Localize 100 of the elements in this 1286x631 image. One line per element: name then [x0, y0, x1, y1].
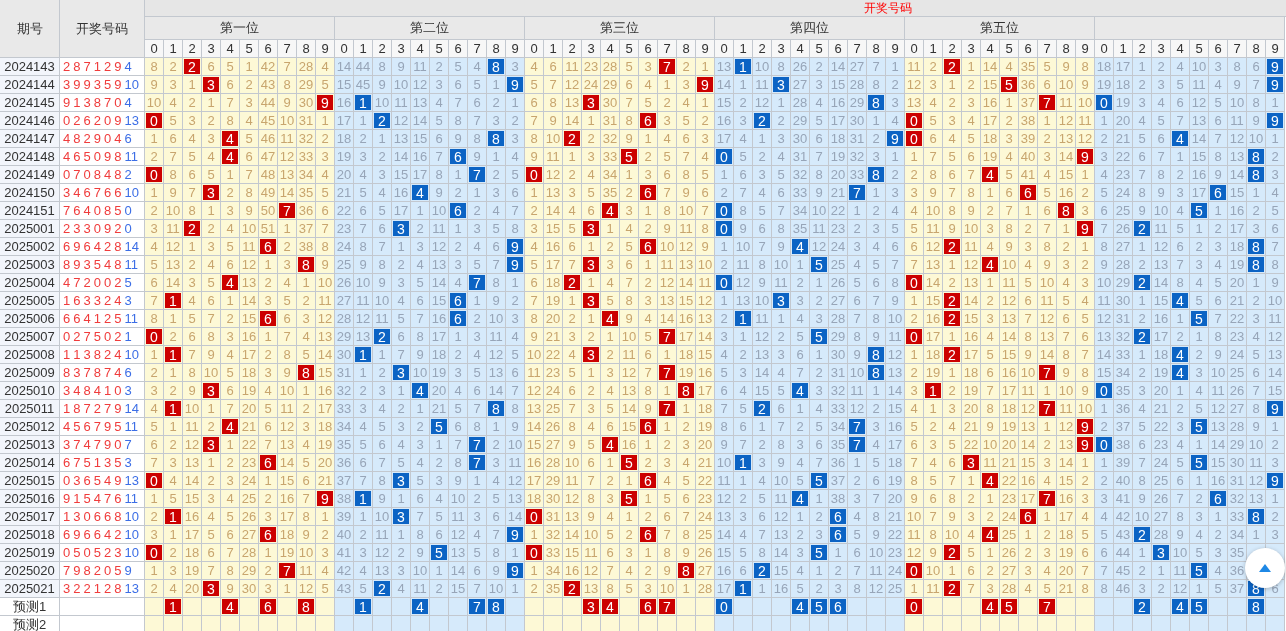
omission-cell: 6: [677, 130, 696, 148]
extra-number: 10: [124, 78, 139, 91]
omission-cell: 14: [715, 76, 734, 94]
omission-cell: 1: [411, 202, 430, 220]
omission-cell: 19: [278, 544, 297, 562]
omission-cell: 3: [1019, 562, 1038, 580]
omission-cell: 10: [810, 202, 829, 220]
omission-cell: 4: [677, 94, 696, 112]
omission-cell: 11: [924, 580, 943, 598]
omission-cell: 7: [468, 580, 487, 598]
issue-number: 2024143: [0, 58, 60, 76]
hit-number: 5: [1190, 598, 1209, 616]
omission-cell: 4: [658, 130, 677, 148]
omission-cell: 10: [734, 238, 753, 256]
hit-number: 9: [696, 76, 715, 94]
omission-cell: 23: [1000, 490, 1019, 508]
drawn-digit: 2: [103, 240, 112, 253]
omission-cell: 3: [1076, 274, 1095, 292]
omission-cell: 3: [1019, 238, 1038, 256]
issue-number: 2025010: [0, 382, 60, 400]
hit-number: 1: [164, 508, 183, 526]
omission-cell: 6: [943, 454, 962, 472]
issue-number: 2024146: [0, 112, 60, 130]
omission-cell: 6: [145, 274, 164, 292]
omission-cell: 2: [734, 94, 753, 112]
drawn-digit: 4: [83, 204, 91, 217]
omission-cell: 4: [1038, 562, 1057, 580]
hit-number: 0: [1095, 436, 1114, 454]
hit-number: 5: [1190, 418, 1209, 436]
omission-cell: 4: [468, 346, 487, 364]
omission-cell: 10: [1076, 94, 1095, 112]
drawn-digit: 2: [103, 582, 112, 595]
omission-cell: 6: [639, 346, 658, 364]
issue-number: 2025008: [0, 346, 60, 364]
omission-cell: 4: [1000, 58, 1019, 76]
omission-cell: 1: [202, 400, 221, 418]
omission-cell: 6: [487, 238, 506, 256]
omission-cell: 6: [1209, 112, 1228, 130]
omission-cell: 21: [886, 508, 905, 526]
omission-cell: 1: [639, 256, 658, 274]
hit-number: 8: [677, 382, 696, 400]
hit-number: 6: [449, 292, 468, 310]
omission-cell: 7: [1266, 238, 1285, 256]
omission-cell: 17: [1019, 490, 1038, 508]
omission-cell: 4: [525, 58, 544, 76]
omission-cell: 9: [1247, 112, 1266, 130]
omission-cell: 12: [962, 256, 981, 274]
omission-cell: 26: [1228, 382, 1247, 400]
omission-cell: 9: [1152, 184, 1171, 202]
omission-cell: 34: [1114, 364, 1133, 382]
omission-cell: 1: [392, 382, 411, 400]
omission-cell: 4: [1019, 580, 1038, 598]
omission-cell: 1: [392, 526, 411, 544]
omission-cell: 14: [316, 346, 335, 364]
omission-cell: 17: [278, 508, 297, 526]
omission-cell: 14: [620, 400, 639, 418]
omission-cell: 5: [145, 418, 164, 436]
omission-cell: 3: [658, 112, 677, 130]
drawn-digit: 5: [83, 150, 91, 163]
omission-cell: 12: [905, 544, 924, 562]
omission-cell: 8: [544, 94, 563, 112]
omission-cell: 1: [620, 472, 639, 490]
digit-header: 0: [1095, 40, 1114, 58]
omission-cell: 7: [962, 580, 981, 598]
omission-cell: 1: [1133, 58, 1152, 76]
omission-cell: 1: [164, 418, 183, 436]
omission-cell: 2: [1247, 202, 1266, 220]
omission-cell: 6: [449, 76, 468, 94]
omission-cell: 3: [1247, 310, 1266, 328]
omission-cell: 35: [544, 580, 563, 598]
omission-cell: 16: [772, 580, 791, 598]
omission-cell: 6: [202, 544, 221, 562]
omission-cell: 7: [1133, 454, 1152, 472]
omission-cell: 44: [259, 94, 278, 112]
omission-cell: 1: [943, 562, 962, 580]
omission-cell: 5: [392, 310, 411, 328]
omission-cell: 2: [468, 490, 487, 508]
omission-cell: 1: [753, 418, 772, 436]
digit-header: 8: [487, 40, 506, 58]
hit-number: 0: [145, 544, 164, 562]
omission-cell: 7: [316, 220, 335, 238]
omission-cell: 9: [1076, 382, 1095, 400]
omission-cell: 8: [164, 166, 183, 184]
omission-cell: 9: [1133, 490, 1152, 508]
extra-number: 4: [124, 96, 132, 109]
extra-number: 0: [124, 204, 132, 217]
position-header: 第二位: [335, 17, 525, 40]
omission-cell: 4: [468, 238, 487, 256]
omission-cell: 9: [1000, 238, 1019, 256]
omission-cell: 9: [544, 112, 563, 130]
drawn-digit: 3: [83, 294, 91, 307]
drawn-digit: 8: [93, 168, 101, 181]
omission-cell: 18: [1152, 346, 1171, 364]
omission-cell: 3: [563, 184, 582, 202]
omission-cell: 6: [468, 382, 487, 400]
omission-cell: 12: [449, 526, 468, 544]
omission-cell: 11: [316, 292, 335, 310]
omission-cell: 30: [829, 346, 848, 364]
omission-cell: 6: [145, 436, 164, 454]
omission-cell: 1: [525, 184, 544, 202]
